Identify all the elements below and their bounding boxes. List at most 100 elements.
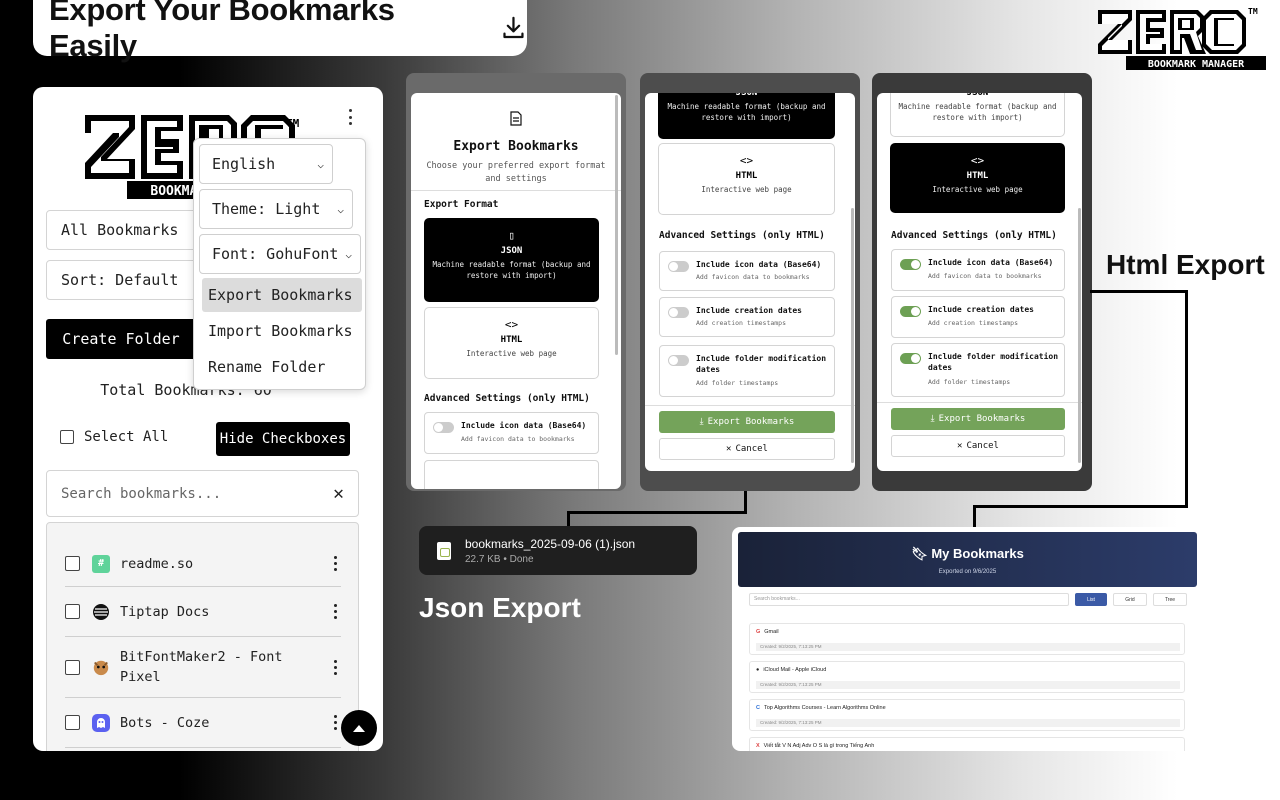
search-input[interactable]: Search bookmarks... ✕ [46, 470, 359, 517]
toggle-switch[interactable] [900, 306, 921, 317]
option-desc: Add folder timestamps [928, 378, 1011, 386]
clear-search-icon[interactable]: ✕ [333, 483, 344, 504]
toggle-switch[interactable] [668, 261, 689, 272]
settings-dropdown-menu: English ⌵ Theme: Light ⌵ Font: GohuFont … [193, 138, 366, 390]
toggle-switch[interactable] [900, 353, 921, 364]
readme-favicon-icon: # [92, 554, 110, 573]
advanced-settings-label: Advanced Settings (only HTML) [659, 230, 825, 241]
panel-menu-kebab-icon[interactable] [345, 107, 355, 127]
toggle-switch[interactable] [668, 307, 689, 318]
view-tree-button[interactable]: Tree [1153, 593, 1187, 606]
menu-item-rename-folder[interactable]: Rename Folder [202, 350, 362, 384]
html-row-name: iCloud Mail - Apple iCloud [763, 667, 827, 673]
html-bookmark-row[interactable]: X Viết tắt V N Adj Adv O S là gì trong Ti… [749, 737, 1185, 751]
json-format-desc: Machine readable format (backup and rest… [898, 102, 1057, 122]
option-include-folder-dates[interactable]: Include folder modification dates Add fo… [659, 345, 835, 397]
scrollbar[interactable] [851, 208, 854, 463]
scrollbar[interactable] [615, 95, 618, 355]
headline-banner: Export Your Bookmarks Easily [33, 0, 527, 63]
list-item[interactable]: # readme.so [65, 541, 341, 587]
export-bookmarks-button[interactable]: ⤓ Export Bookmarks [659, 411, 835, 433]
theme-value: Theme: Light [212, 200, 321, 218]
format-option-json[interactable]: ▯ JSON Machine readable format (backup a… [424, 218, 599, 302]
json-format-name: JSON [500, 246, 523, 256]
advanced-settings-label: Advanced Settings (only HTML) [424, 393, 590, 404]
download-icon: ⤓ [699, 417, 704, 427]
option-include-folder-dates[interactable]: Include folder modification dates Add fo… [891, 343, 1065, 397]
toggle-switch[interactable] [668, 355, 689, 366]
option-desc: Add favicon data to bookmarks [928, 272, 1042, 280]
select-all[interactable]: Select All [60, 429, 168, 445]
apple-favicon-icon: ● [756, 667, 760, 673]
option-title: Include creation dates [696, 306, 802, 315]
hide-checkboxes-button[interactable]: Hide Checkboxes [216, 422, 350, 456]
html-page-title-text: My Bookmarks [931, 546, 1024, 561]
cancel-button[interactable]: ✕ Cancel [891, 435, 1065, 457]
html-export-page: 🔖︎ My Bookmarks Exported on 9/6/2025 Sea… [732, 527, 1202, 751]
html-format-name: HTML [500, 335, 523, 345]
export-bookmarks-button[interactable]: ⤓ Export Bookmarks [891, 408, 1065, 430]
connector-line [973, 505, 976, 527]
connector-line [567, 511, 570, 527]
select-all-checkbox[interactable] [60, 430, 74, 444]
format-option-html[interactable]: <> HTML Interactive web page [424, 307, 599, 379]
json-export-caption: Json Export [419, 592, 581, 623]
option-desc: Add folder timestamps [696, 379, 779, 387]
format-option-json[interactable]: JSON Machine readable format (backup and… [890, 93, 1065, 137]
html-row-date: Created: 9/2/2025, 7:13:25 PM [756, 719, 1180, 727]
list-item[interactable]: Bots - Coze [65, 698, 341, 748]
format-option-html[interactable]: <> HTML Interactive web page [890, 143, 1065, 213]
option-include-icon-data[interactable]: Include icon data (Base64) Add favicon d… [891, 249, 1065, 291]
html-search-input[interactable]: Search bookmarks... [749, 593, 1069, 606]
option-include-creation-dates[interactable]: Include creation dates Add creation time… [891, 296, 1065, 338]
chevron-down-icon: ⌵ [317, 157, 324, 171]
html-bookmark-row[interactable]: G Gmail Created: 9/2/2025, 7:13:25 PM [749, 623, 1185, 655]
option-include-icon-data[interactable]: Include icon data (Base64) Add favicon d… [659, 251, 835, 291]
html-format-name: HTML [735, 171, 758, 181]
download-item[interactable]: bookmarks_2025-09-06 (1).json 22.7 KB • … [419, 526, 697, 575]
menu-item-import-bookmarks[interactable]: Import Bookmarks [202, 314, 362, 348]
export-format-label: Export Format [424, 199, 499, 210]
row-menu-kebab-icon[interactable] [329, 715, 341, 730]
html-format-name: HTML [966, 171, 989, 181]
export-dialog: Export Bookmarks Choose your preferred e… [411, 93, 621, 489]
html-export-caption: Html Export [1106, 249, 1265, 280]
row-checkbox[interactable] [65, 715, 80, 730]
option-include-creation-dates[interactable]: Include creation dates Add creation time… [659, 297, 835, 337]
html-bookmark-row[interactable]: ● iCloud Mail - Apple iCloud Created: 9/2… [749, 661, 1185, 693]
bookmark-list[interactable]: # readme.so Tiptap Docs BitFontMaker2 - … [46, 522, 359, 751]
toggle-switch[interactable] [900, 259, 921, 270]
scrollbar[interactable] [1078, 208, 1081, 463]
divider [877, 402, 1082, 403]
html-row-name: Top Algorithms Courses - Learn Algorithm… [763, 705, 886, 711]
menu-item-export-bookmarks[interactable]: Export Bookmarks [202, 278, 362, 312]
option-include-icon-data[interactable]: Include icon data (Base64) Add favicon d… [424, 412, 599, 454]
font-select[interactable]: Font: GohuFont ⌵ [199, 234, 361, 274]
svg-text:BOOKMARK MANAGER: BOOKMARK MANAGER [1148, 59, 1245, 70]
list-item[interactable]: BitFontMaker2 - Font Pixel [65, 637, 341, 698]
row-menu-kebab-icon[interactable] [329, 659, 341, 675]
create-folder-button[interactable]: Create Folder [46, 319, 196, 359]
option-include-creation-dates[interactable] [424, 460, 599, 489]
row-checkbox[interactable] [65, 659, 80, 675]
row-menu-kebab-icon[interactable] [329, 604, 341, 619]
connector-line [973, 505, 1188, 508]
view-list-button[interactable]: List [1075, 593, 1107, 606]
language-select[interactable]: English ⌵ [199, 144, 333, 184]
download-icon [503, 16, 524, 39]
scroll-to-top-button[interactable] [341, 710, 377, 746]
list-item[interactable]: Tiptap Docs [65, 587, 341, 637]
row-checkbox[interactable] [65, 604, 80, 619]
html-bookmark-row[interactable]: C Top Algorithms Courses - Learn Algorith… [749, 699, 1185, 731]
view-grid-button[interactable]: Grid [1113, 593, 1147, 606]
row-menu-kebab-icon[interactable] [329, 556, 341, 571]
cancel-button[interactable]: ✕ Cancel [659, 438, 835, 460]
theme-select[interactable]: Theme: Light ⌵ [199, 189, 353, 229]
algo-favicon-icon: C [756, 705, 760, 711]
format-option-html[interactable]: <> HTML Interactive web page [658, 143, 835, 215]
headline-text: Export Your Bookmarks Easily [49, 0, 395, 63]
export-dialog-screenshot-2: JSON Machine readable format (backup and… [640, 73, 860, 491]
row-checkbox[interactable] [65, 556, 80, 571]
format-option-json[interactable]: JSON Machine readable format (backup and… [658, 93, 835, 139]
toggle-switch[interactable] [433, 422, 454, 433]
